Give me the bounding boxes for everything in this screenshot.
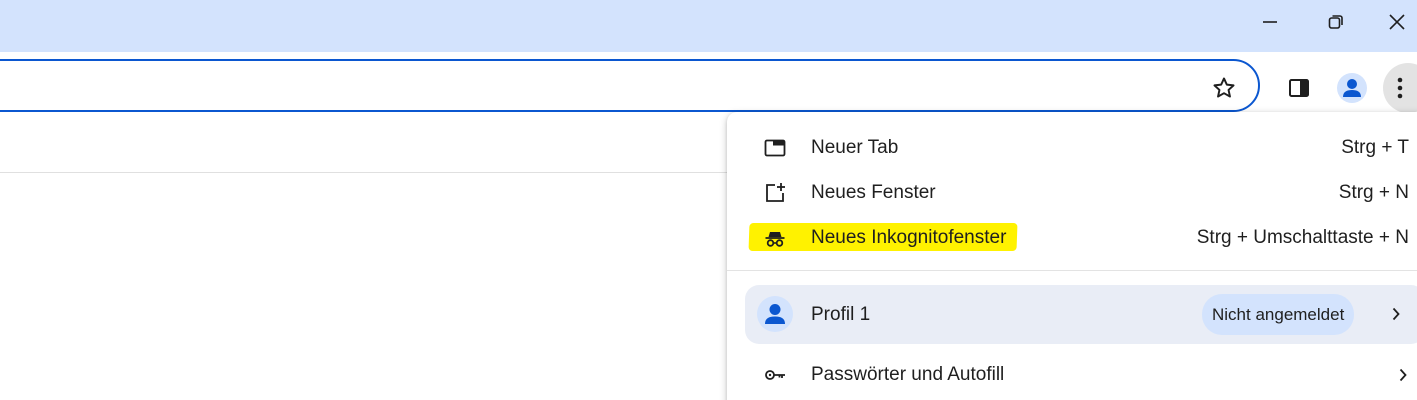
person-icon [757, 296, 793, 332]
profile-button[interactable] [1337, 73, 1367, 103]
chrome-menu: Neuer Tab Strg + T Neues Fenster Strg + … [727, 112, 1417, 400]
menu-item-label: Neuer Tab [811, 137, 899, 158]
side-panel-button[interactable] [1283, 72, 1315, 104]
menu-item-profile[interactable]: Profil 1 Nicht angemeldet [745, 285, 1417, 344]
title-bar [0, 0, 1417, 52]
menu-item-label: Neues Fenster [811, 182, 936, 203]
restore-button[interactable] [1306, 0, 1366, 44]
bookmark-button[interactable] [1208, 72, 1240, 104]
menu-item-shortcut: Strg + T [1341, 137, 1409, 158]
content-divider [0, 172, 730, 173]
menu-item-label: Neues Inkognitofenster [811, 227, 1007, 248]
sign-in-status-badge: Nicht angemeldet [1202, 294, 1355, 335]
incognito-icon [763, 226, 787, 250]
close-icon [1388, 14, 1405, 30]
new-window-icon [763, 181, 787, 205]
profile-avatar-icon [1343, 79, 1361, 97]
close-window-button[interactable] [1376, 0, 1417, 44]
address-bar[interactable] [0, 59, 1260, 112]
minimize-icon [1263, 21, 1277, 23]
restore-icon [1328, 15, 1343, 29]
profile-name: Profil 1 [811, 304, 871, 325]
menu-item-label: Passwörter und Autofill [811, 364, 1005, 385]
browser-toolbar [0, 52, 1417, 118]
more-menu-button[interactable] [1383, 63, 1417, 113]
menu-item-new-window[interactable]: Neues Fenster Strg + N [727, 171, 1417, 215]
key-icon [763, 363, 787, 387]
minimize-button[interactable] [1240, 0, 1300, 44]
menu-item-shortcut: Strg + Umschalttaste + N [1196, 227, 1409, 248]
menu-item-new-tab[interactable]: Neuer Tab Strg + T [727, 126, 1417, 170]
side-panel-icon [1289, 79, 1309, 97]
new-tab-icon [763, 136, 787, 160]
menu-item-passwords-autofill[interactable]: Passwörter und Autofill [727, 353, 1417, 397]
star-icon [1213, 77, 1235, 98]
chevron-right-icon [1393, 365, 1413, 385]
menu-divider [727, 270, 1417, 271]
chevron-right-icon [1386, 304, 1406, 324]
more-vert-icon [1397, 77, 1403, 99]
menu-item-new-incognito-window[interactable]: Neues Inkognitofenster Strg + Umschaltta… [727, 216, 1417, 260]
menu-item-shortcut: Strg + N [1338, 182, 1409, 203]
